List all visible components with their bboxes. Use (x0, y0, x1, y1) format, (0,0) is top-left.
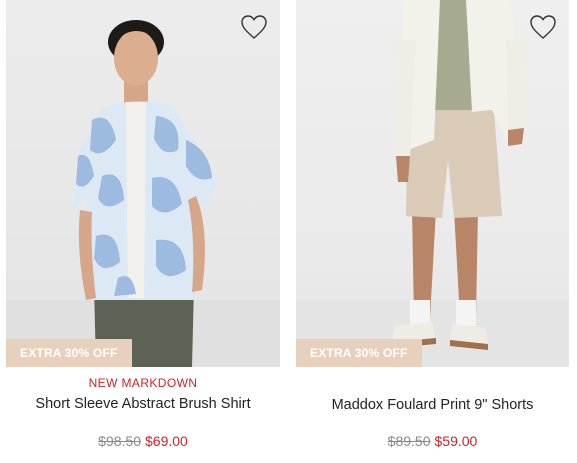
wishlist-button[interactable] (240, 14, 268, 40)
product-card[interactable]: EXTRA 30% OFF Maddox Foulard Print 9" Sh… (296, 0, 569, 463)
sale-price: $59.00 (434, 433, 478, 449)
product-image-link[interactable]: EXTRA 30% OFF (296, 0, 569, 367)
heart-outline-icon (530, 15, 556, 39)
product-image-link[interactable]: EXTRA 30% OFF (6, 0, 280, 367)
original-price: $98.50 (98, 433, 141, 449)
product-photo (6, 20, 280, 367)
original-price: $89.50 (387, 433, 431, 449)
sale-price: $69.00 (145, 433, 188, 449)
product-price: $98.50 $69.00 (6, 433, 280, 449)
product-grid: EXTRA 30% OFF NEW MARKDOWN Short Sleeve … (0, 0, 577, 463)
markdown-flag: NEW MARKDOWN (88, 376, 198, 390)
wishlist-button[interactable] (529, 14, 557, 40)
product-card[interactable]: EXTRA 30% OFF NEW MARKDOWN Short Sleeve … (6, 0, 280, 463)
product-photo (296, 0, 569, 367)
product-name-link[interactable]: Short Sleeve Abstract Brush Shirt (6, 396, 280, 412)
promo-badge: EXTRA 30% OFF (6, 339, 132, 367)
heart-outline-icon (241, 15, 267, 39)
product-price: $89.50 $59.00 (296, 433, 569, 449)
product-name-link[interactable]: Maddox Foulard Print 9" Shorts (296, 397, 569, 413)
promo-badge: EXTRA 30% OFF (296, 339, 422, 367)
